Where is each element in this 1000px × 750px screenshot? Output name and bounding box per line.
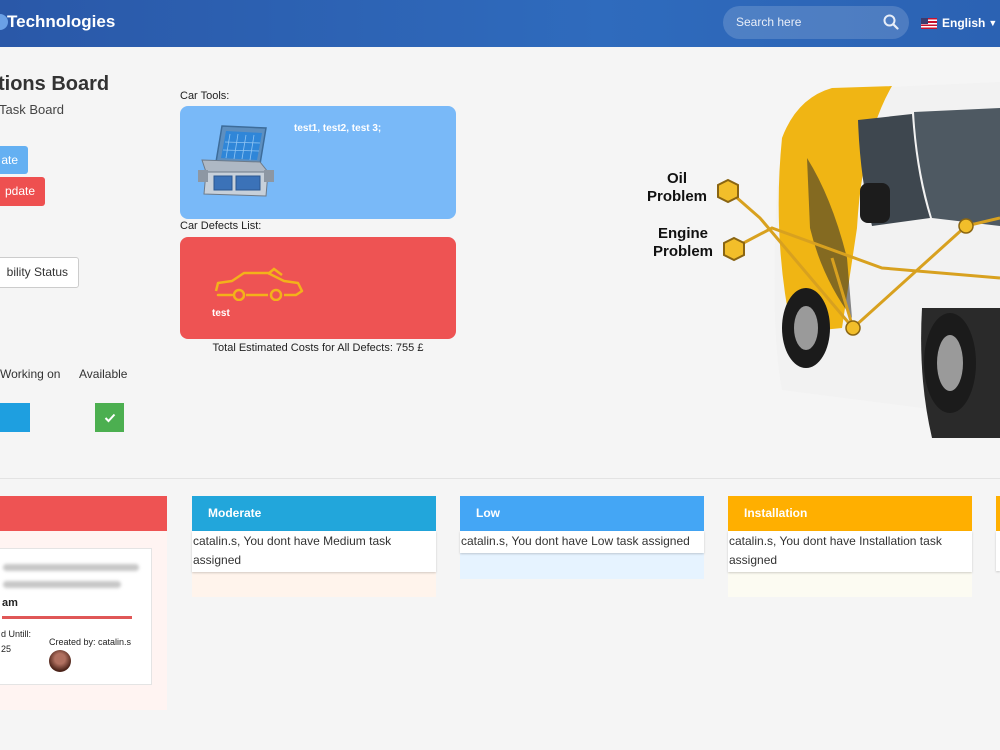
search-box[interactable]: Search here <box>723 6 909 39</box>
create-button[interactable]: ate <box>0 146 28 174</box>
column-label-moderate: Moderate <box>208 506 262 520</box>
task-card[interactable]: am d Untill: 25 Created by: catalin.s <box>0 548 152 685</box>
column-body-installation: catalin.s, You dont have Installation ta… <box>728 531 972 597</box>
update-button-label: pdate <box>4 184 35 198</box>
chevron-down-icon: ▼ <box>988 18 998 28</box>
working-status-swatch[interactable] <box>0 403 30 432</box>
task-until-label: d Untill: <box>1 629 32 639</box>
engine-problem-line1: Engine <box>657 225 708 242</box>
check-icon <box>104 413 115 422</box>
column-header-high[interactable] <box>0 496 167 531</box>
section-divider <box>0 478 1000 479</box>
availability-button-label: bility Status <box>6 265 68 279</box>
oil-problem-line2: Problem <box>646 188 707 205</box>
column-label-low: Low <box>476 506 500 520</box>
oil-problem-line1: Oil <box>666 170 687 187</box>
toolbox-icon <box>198 125 274 197</box>
available-status-swatch[interactable] <box>95 403 124 432</box>
engine-problem-line2: Problem <box>652 243 713 260</box>
update-button[interactable]: pdate <box>0 177 45 206</box>
task-name: am <box>2 597 18 609</box>
column-label-high <box>0 506 6 520</box>
column-body-low: catalin.s, You dont have Low task assign… <box>460 531 704 579</box>
task-priority-bar <box>2 616 132 619</box>
defect-item: test <box>212 308 230 319</box>
us-flag-icon <box>921 17 937 29</box>
column-header-next[interactable] <box>996 496 1000 531</box>
total-estimated-costs: Total Estimated Costs for All Defects: 7… <box>212 342 424 354</box>
car-tools-card[interactable]: test1, test2, test 3; <box>180 106 456 219</box>
car-defects-label: Car Defects List: <box>180 220 262 232</box>
column-message-installation: catalin.s, You dont have Installation ta… <box>728 531 972 572</box>
task-address-blurred <box>3 581 121 588</box>
column-message-moderate: catalin.s, You dont have Medium task ass… <box>192 531 436 572</box>
page-title: tions Board <box>0 73 110 95</box>
task-created-by: Created by: catalin.s <box>49 637 132 647</box>
column-header-low[interactable]: Low <box>460 496 704 531</box>
search-input[interactable]: Search here <box>736 15 801 29</box>
column-body-moderate: catalin.s, You dont have Medium task ass… <box>192 531 436 597</box>
task-title-blurred <box>3 564 139 571</box>
task-date: 25 <box>1 644 12 654</box>
column-header-installation[interactable]: Installation <box>728 496 972 531</box>
legend-working-label: Working on <box>0 367 61 381</box>
avatar[interactable] <box>49 650 71 672</box>
column-label-installation: Installation <box>744 506 808 520</box>
language-label: English <box>942 16 986 30</box>
column-body-next <box>996 531 1000 571</box>
search-icon[interactable] <box>883 14 899 30</box>
car-tools-label: Car Tools: <box>180 90 230 102</box>
column-message-low: catalin.s, You dont have Low task assign… <box>460 531 704 553</box>
create-button-label: ate <box>1 153 18 167</box>
car-tools-items: test1, test2, test 3; <box>294 123 382 134</box>
car-defect-icon <box>214 267 304 301</box>
language-selector[interactable]: English ▼ <box>921 15 997 31</box>
legend-available-label: Available <box>79 367 128 381</box>
brand-name[interactable]: Technologies <box>7 12 115 32</box>
availability-status-button[interactable]: bility Status <box>0 257 79 288</box>
car-defects-card[interactable]: test <box>180 237 456 339</box>
engine-problem-label: Engine Problem <box>640 225 726 261</box>
oil-problem-label: Oil Problem <box>640 170 714 206</box>
van-diagram: Oil Problem Engine Problem <box>632 78 1000 438</box>
top-navbar: Technologies Search here English ▼ <box>0 0 1000 47</box>
column-header-moderate[interactable]: Moderate <box>192 496 436 531</box>
page-subtitle: Task Board <box>0 102 65 117</box>
